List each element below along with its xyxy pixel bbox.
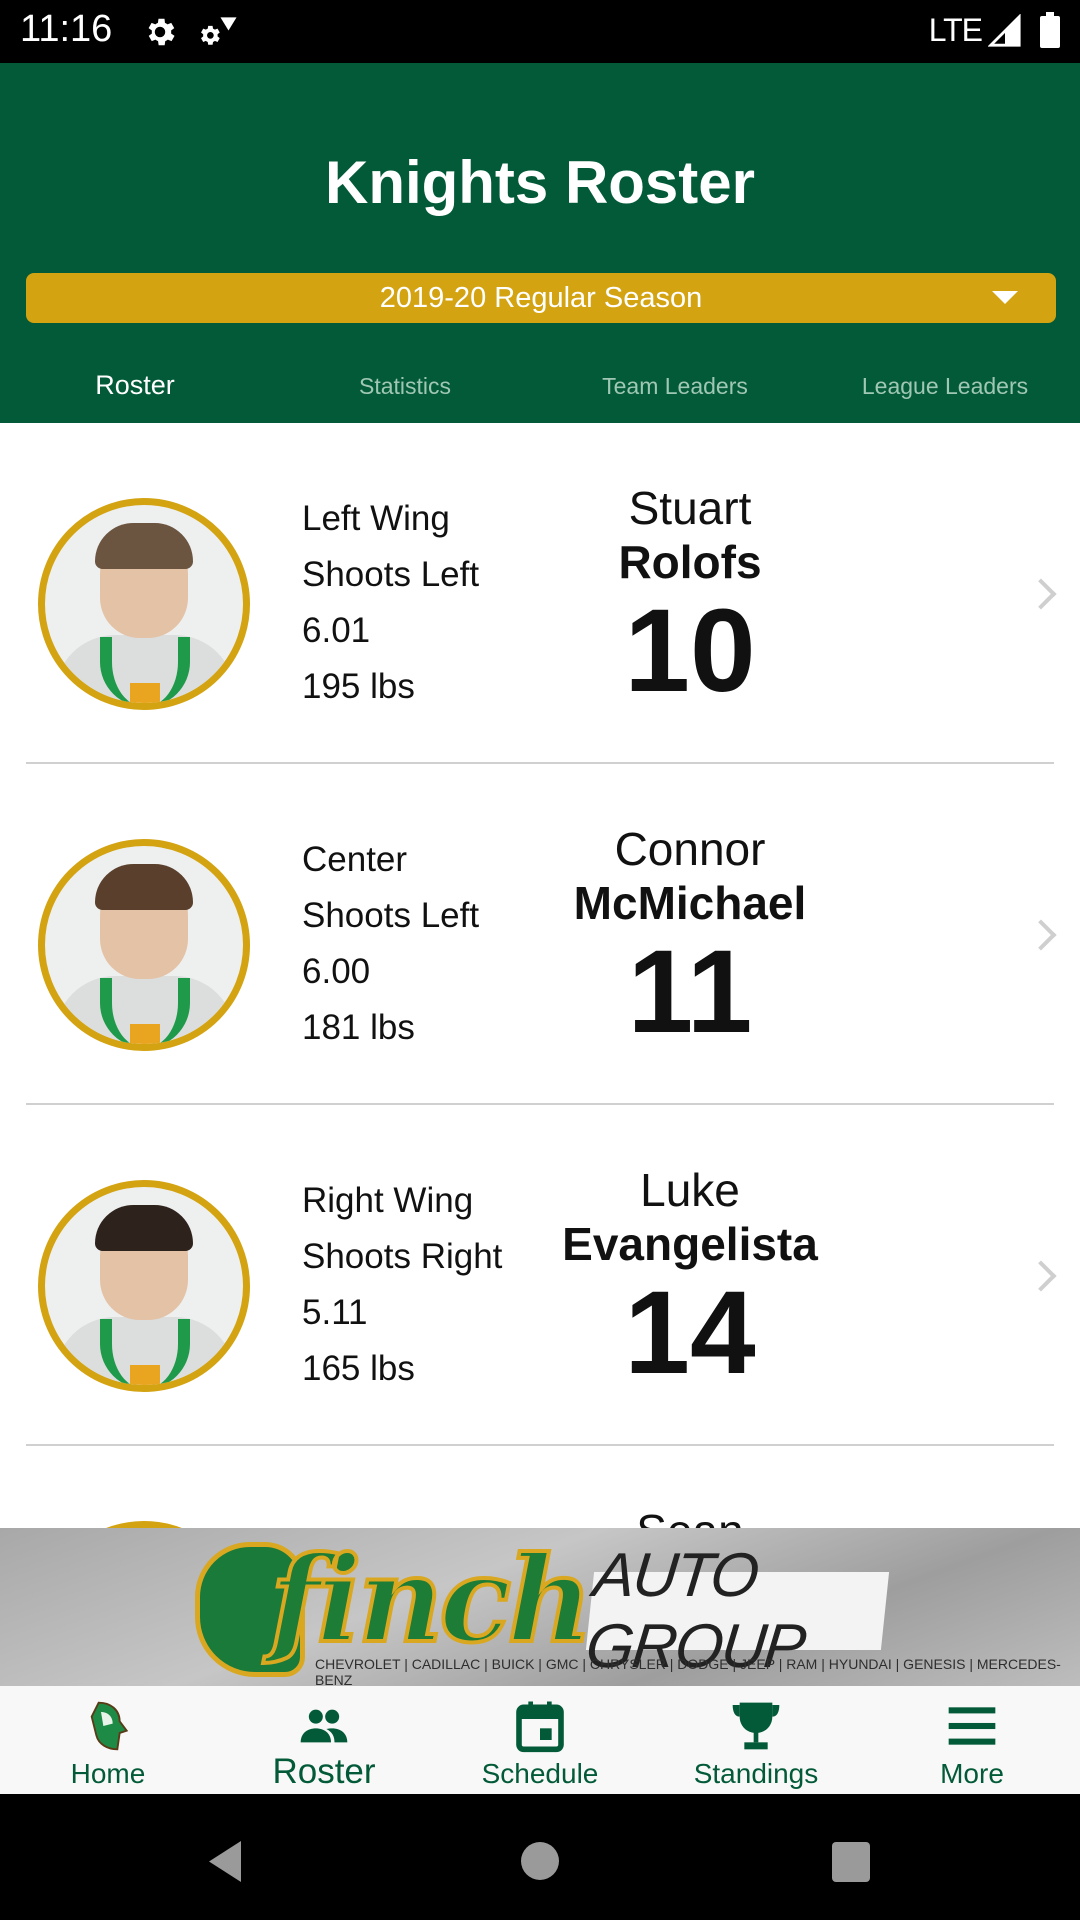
player-row[interactable]: Left Wing Shoots Left 6.01 195 lbs Stuar… [0, 423, 1080, 764]
player-info: Left Wing Shoots Left 6.01 195 lbs [302, 491, 479, 715]
player-row[interactable]: Center Shoots Left 6.00 181 lbs Connor M… [0, 764, 1080, 1105]
tab-roster[interactable]: Roster [0, 353, 270, 423]
chevron-right-icon [1025, 578, 1057, 610]
battery-icon [1040, 12, 1060, 48]
caret-down-icon [992, 291, 1018, 304]
player-weight: 181 lbs [302, 1008, 415, 1047]
status-time: 11:16 [20, 8, 113, 50]
player-photo [38, 498, 250, 710]
player-first-name: Luke [640, 1164, 740, 1216]
player-name-block: Sean [540, 1504, 840, 1528]
player-position: Center [302, 840, 408, 879]
player-row[interactable]: Right Wing Shoots Right 5.11 165 lbs Luk… [0, 1105, 1080, 1446]
nav-home[interactable]: Home [0, 1686, 216, 1794]
nav-roster[interactable]: Roster [216, 1686, 432, 1794]
nav-label: Standings [693, 1758, 819, 1789]
player-name-block: Stuart Rolofs 10 [540, 481, 840, 713]
ad-tagline: AUTO GROUP [583, 1541, 890, 1681]
tab-league-leaders[interactable]: League Leaders [810, 353, 1080, 423]
menu-icon [948, 1707, 996, 1745]
player-weight: 165 lbs [302, 1349, 415, 1388]
sponsor-ad-banner[interactable]: AUTO GROUP finch CHEVROLET | CADILLAC | … [0, 1528, 1080, 1686]
roster-list[interactable]: Left Wing Shoots Left 6.01 195 lbs Stuar… [0, 423, 1080, 1528]
trophy-icon [732, 1702, 780, 1750]
player-name-block: Luke Evangelista 14 [540, 1163, 840, 1395]
nav-more[interactable]: More [864, 1686, 1080, 1794]
home-icon[interactable] [521, 1842, 559, 1880]
player-shoots: Shoots Left [302, 555, 480, 594]
player-first-name: Sean [540, 1504, 840, 1528]
season-selected-value: 2019-20 Regular Season [379, 281, 703, 314]
player-shoots: Shoots Left [302, 896, 480, 935]
season-dropdown[interactable]: 2019-20 Regular Season [26, 273, 1056, 323]
tab-team-leaders[interactable]: Team Leaders [540, 353, 810, 423]
player-height: 6.00 [302, 952, 371, 991]
chevron-right-icon [1025, 1260, 1057, 1292]
player-number: 14 [624, 1267, 756, 1399]
player-last-name: McMichael [573, 877, 807, 929]
player-name-block: Connor McMichael 11 [540, 822, 840, 1054]
player-number: 10 [624, 585, 756, 717]
player-row[interactable]: Sean [0, 1446, 1080, 1528]
signal-icon [988, 14, 1021, 47]
knight-helmet-icon [90, 1701, 129, 1751]
player-position: Left Wing [302, 499, 450, 538]
calendar-icon [516, 1701, 564, 1753]
page-title: Knights Roster [324, 149, 756, 216]
nav-label: Home [70, 1758, 146, 1789]
player-number: 11 [627, 926, 753, 1058]
system-navigation-bar [0, 1794, 1080, 1920]
player-height: 6.01 [302, 611, 371, 650]
people-icon [300, 1709, 348, 1743]
app-header: Knights Roster 2019-20 Regular Season Ro… [0, 63, 1080, 423]
chevron-right-icon [1025, 919, 1057, 951]
nav-label: Schedule [481, 1758, 599, 1789]
player-position: Right Wing [302, 1181, 474, 1220]
player-photo [38, 1180, 250, 1392]
player-last-name: Rolofs [618, 536, 762, 588]
ad-brand-name: finch [268, 1528, 595, 1671]
nav-label: Roster [272, 1752, 376, 1791]
player-info: Right Wing Shoots Right 5.11 165 lbs [302, 1173, 502, 1397]
settings-icon [148, 18, 175, 46]
tab-statistics[interactable]: Statistics [270, 353, 540, 423]
player-first-name: Stuart [628, 482, 752, 534]
player-photo [38, 1521, 250, 1528]
player-shoots: Shoots Right [302, 1237, 503, 1276]
back-icon[interactable] [205, 1839, 245, 1884]
nav-standings[interactable]: Standings [648, 1686, 864, 1794]
player-first-name: Connor [614, 823, 766, 875]
player-photo [38, 839, 250, 1051]
network-type: LTE [928, 12, 983, 48]
tab-bar: Roster Statistics Team Leaders League Le… [0, 353, 1080, 423]
bottom-navigation: Home Roster Schedule Standings More [0, 1686, 1080, 1794]
satellite-settings-icon [201, 17, 237, 45]
nav-schedule[interactable]: Schedule [432, 1686, 648, 1794]
player-info: Center Shoots Left 6.00 181 lbs [302, 832, 479, 1056]
player-weight: 195 lbs [302, 667, 415, 706]
recent-apps-icon[interactable] [832, 1842, 870, 1882]
nav-label: More [940, 1758, 1004, 1789]
status-bar: 11:16 LTE [0, 0, 1080, 63]
player-height: 5.11 [302, 1293, 368, 1332]
player-last-name: Evangelista [562, 1218, 818, 1270]
ad-brand-list: CHEVROLET | CADILLAC | BUICK | GMC | CHR… [315, 1656, 1061, 1686]
